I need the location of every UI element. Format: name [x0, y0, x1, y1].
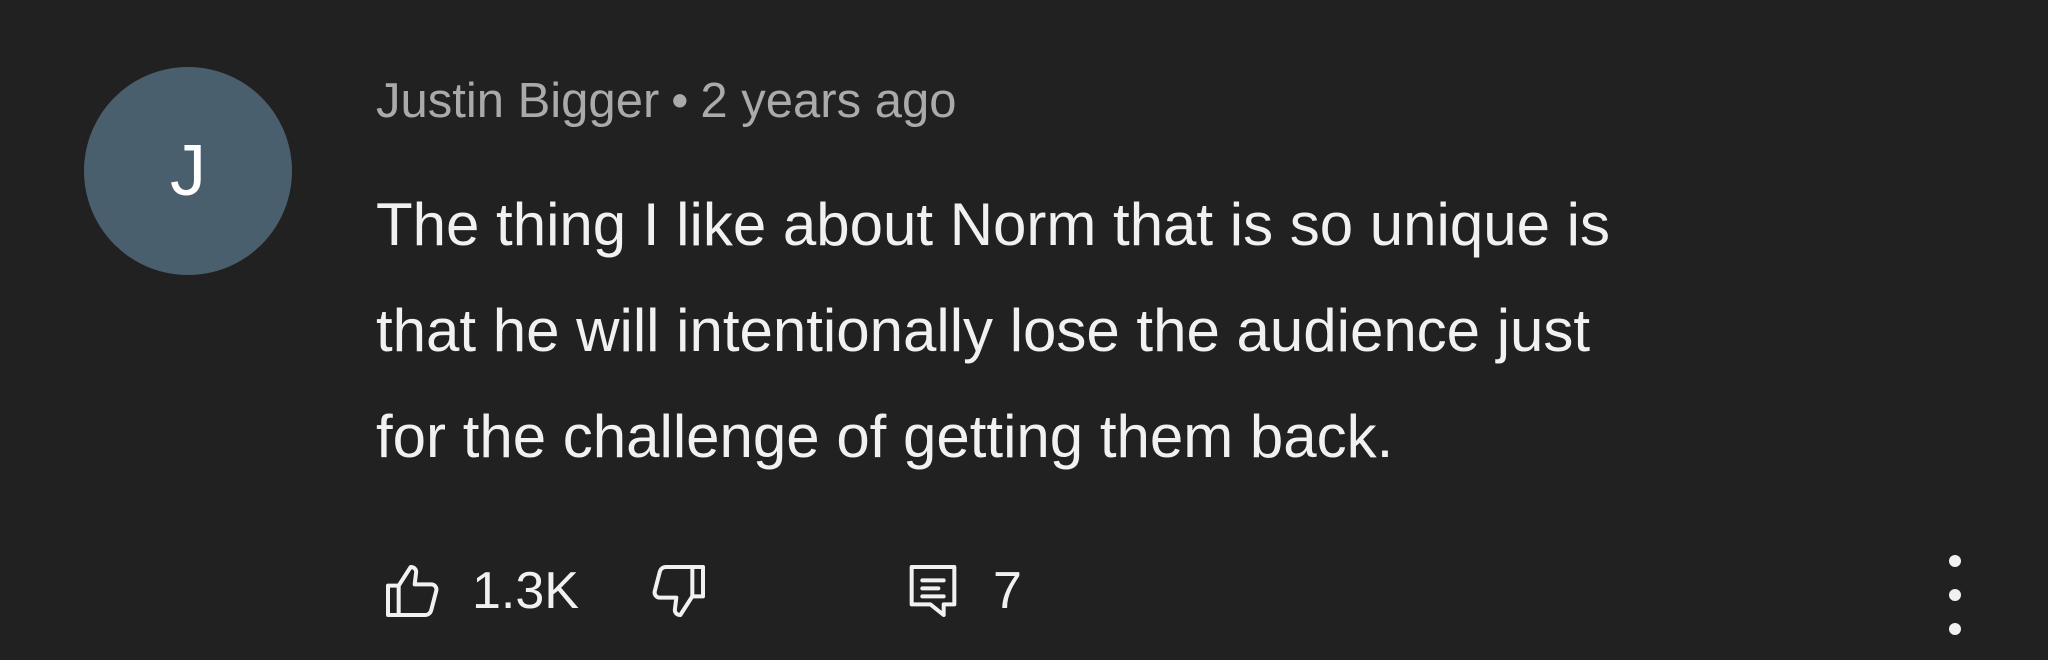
- like-button[interactable]: 1.3K: [380, 559, 579, 623]
- avatar-initial: J: [170, 131, 206, 211]
- like-count: 1.3K: [472, 562, 579, 620]
- more-vertical-icon: [1949, 555, 1961, 567]
- comment-text-line: for the challenge of getting them back.: [376, 403, 1394, 470]
- author-name[interactable]: Justin Bigger: [376, 74, 659, 128]
- avatar[interactable]: J: [84, 67, 292, 275]
- thumbs-up-icon: [386, 565, 439, 617]
- more-vertical-icon-dot: [1949, 589, 1961, 601]
- more-vertical-icon-dot: [1949, 623, 1961, 635]
- reply-button[interactable]: 7: [901, 559, 1022, 623]
- comment-actions: 1.3K 7: [380, 555, 1022, 627]
- comment-header: Justin Bigger • 2 years ago: [376, 72, 956, 131]
- meta-separator: •: [671, 74, 689, 128]
- reply-count: 7: [992, 562, 1022, 620]
- comment-timestamp[interactable]: 2 years ago: [700, 74, 956, 128]
- more-options-button[interactable]: [1930, 555, 1980, 635]
- comment-text: The thing I like about Norm that is so u…: [376, 172, 1936, 490]
- dislike-button[interactable]: [647, 559, 711, 623]
- comment-text-line: that he will intentionally lose the audi…: [376, 297, 1591, 364]
- comment-text-line: The thing I like about Norm that is so u…: [376, 191, 1610, 258]
- thumbs-down-icon: [652, 565, 705, 617]
- comment-card: J Justin Bigger • 2 years ago The thing I …: [0, 0, 2048, 660]
- comment-icon: [909, 565, 957, 617]
